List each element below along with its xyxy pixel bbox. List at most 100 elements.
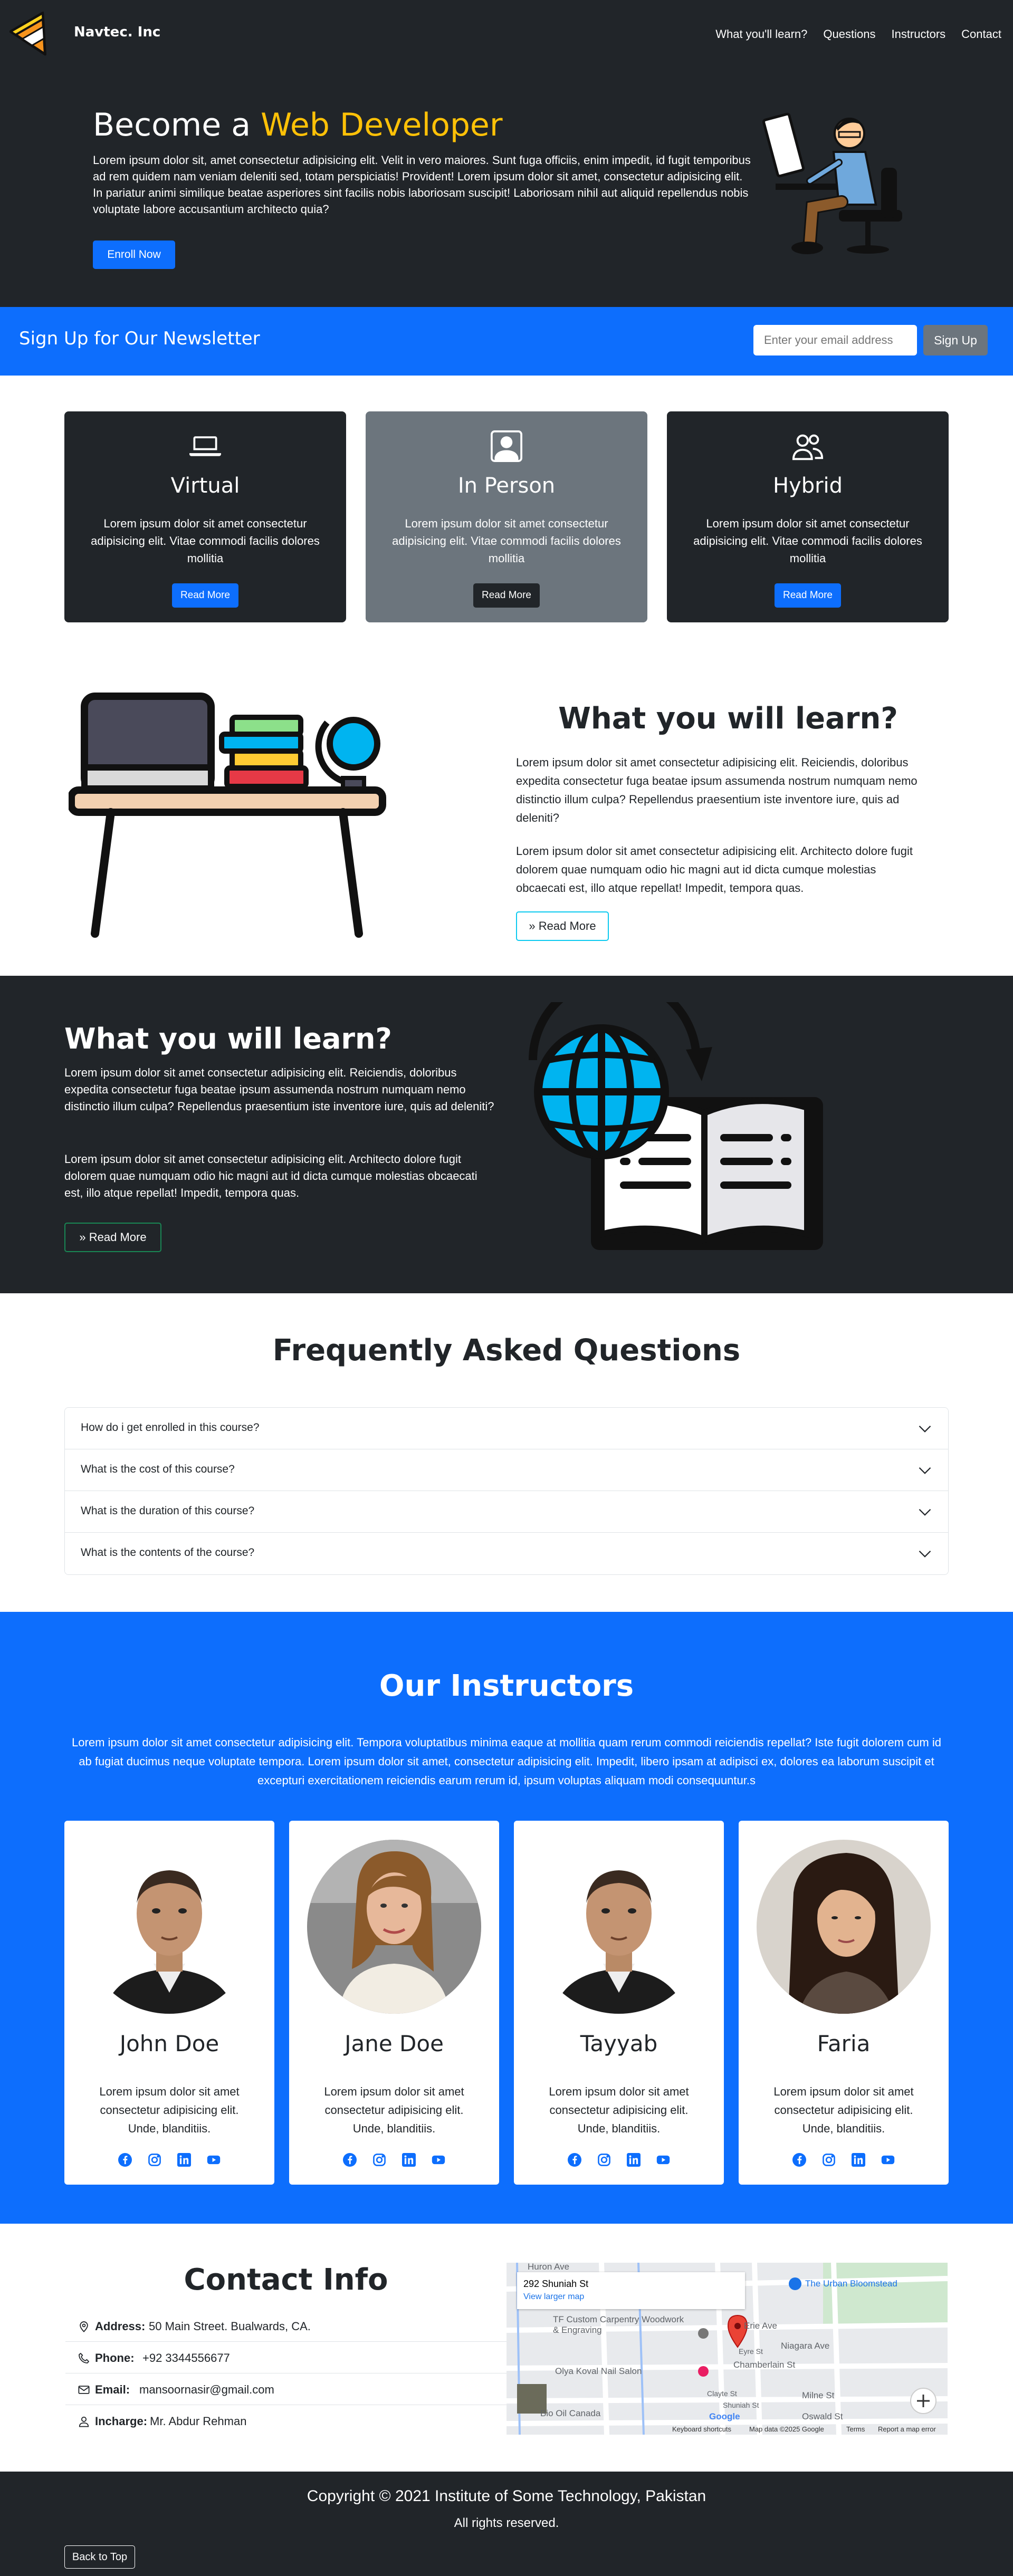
contact-value: 50 Main Street. Bualwards, CA. [149, 2320, 311, 2333]
newsletter-signup-button[interactable]: Sign Up [923, 325, 988, 355]
map-footer-item[interactable]: Terms [846, 2425, 865, 2433]
avatar [757, 1840, 931, 2014]
hero-text: Lorem ipsum dolor sit, amet consectetur … [93, 153, 751, 216]
avatar [82, 1840, 256, 2014]
chevron-down-icon [919, 1508, 931, 1516]
back-to-top-button[interactable]: Back to Top [64, 2545, 135, 2569]
youtube-icon[interactable] [432, 2153, 445, 2167]
map-label: Shuniah St [723, 2401, 759, 2409]
box-title: Hybrid [772, 474, 843, 498]
instructors-title: Our Instructors [379, 1669, 634, 1703]
chevron-down-icon [919, 1467, 931, 1474]
newsletter-section: Sign Up for Our Newsletter Sign Up [0, 307, 1013, 376]
contact-row-incharge: Incharge: Mr. Abdur Rehman [65, 2405, 506, 2437]
contact-row-phone: Phone: +92 3344556677 [65, 2342, 506, 2373]
contact-section: Contact Info Address: 50 Main Street. Bu… [0, 2224, 1013, 2472]
contact-label: Email: [95, 2383, 130, 2396]
avatar [307, 1840, 481, 2014]
learn-section-dark: What you will learn? Lorem ipsum dolor s… [0, 976, 1013, 1293]
brand-logo[interactable] [9, 7, 57, 60]
contact-label: Incharge: [95, 2415, 148, 2428]
contact-value: +92 3344556677 [142, 2351, 230, 2364]
learn-read-more-button[interactable]: » Read More [64, 1223, 161, 1252]
google-logo: Google [709, 2411, 740, 2421]
instructor-card: Faria Lorem ipsum dolor sit amet consect… [739, 1821, 949, 2185]
read-more-button[interactable]: Read More [172, 583, 238, 608]
linkedin-icon[interactable] [177, 2153, 191, 2167]
linkedin-icon[interactable] [402, 2153, 416, 2167]
person-square-icon [491, 430, 522, 462]
instagram-icon[interactable] [822, 2153, 836, 2167]
learn-title: What you will learn? [64, 1022, 392, 1055]
youtube-icon[interactable] [881, 2153, 895, 2167]
learn-section: What you will learn? Lorem ipsum dolor s… [0, 622, 1013, 976]
instagram-icon[interactable] [597, 2153, 611, 2167]
geo-icon [80, 2321, 88, 2332]
facebook-icon[interactable] [792, 2153, 806, 2167]
read-more-button[interactable]: Read More [775, 583, 841, 608]
learn-read-more-button[interactable]: » Read More [516, 911, 609, 941]
avatar [532, 1840, 706, 2014]
faq-item[interactable]: What is the contents of the course? [65, 1533, 948, 1574]
nav-link-instructors[interactable]: Instructors [891, 27, 945, 41]
instagram-icon[interactable] [372, 2153, 386, 2167]
map-footer-item[interactable]: Report a map error [878, 2425, 936, 2433]
learn-paragraph: Lorem ipsum dolor sit amet consectetur a… [516, 756, 918, 824]
instructor-text: Lorem ipsum dolor sit amet consectetur a… [324, 2085, 464, 2135]
read-more-button[interactable]: Read More [473, 583, 540, 608]
nav-link-contact[interactable]: Contact [961, 27, 1001, 41]
instructor-card: Jane Doe Lorem ipsum dolor sit amet cons… [289, 1821, 499, 2185]
instructors-text: Lorem ipsum dolor sit amet consectetur a… [72, 1736, 941, 1787]
map-label: The Urban Bloomstead [805, 2279, 897, 2289]
map-footer-item[interactable]: Keyboard shortcuts [672, 2425, 731, 2433]
instructor-card: John Doe Lorem ipsum dolor sit amet cons… [64, 1821, 274, 2185]
map-footer: Keyboard shortcuts Map data ©2025 Google… [506, 2423, 948, 2435]
embedded-map[interactable]: 292 Shuniah St View larger map Huron Ave… [506, 2263, 948, 2435]
box-virtual: Virtual Lorem ipsum dolor sit amet conse… [64, 411, 346, 622]
view-larger-map-link[interactable]: View larger map [523, 2292, 584, 2302]
brand-name[interactable]: Navtec. Inc [74, 24, 160, 40]
linkedin-icon[interactable] [852, 2153, 865, 2167]
person-icon [79, 2416, 89, 2427]
contact-title: Contact Info [184, 2263, 388, 2297]
desk-illustration [69, 691, 396, 944]
instructor-name: Jane Doe [345, 2031, 444, 2056]
enroll-now-button[interactable]: Enroll Now [93, 241, 175, 269]
nav-link-questions[interactable]: Questions [823, 27, 875, 41]
learn-paragraph: Lorem ipsum dolor sit amet consectetur a… [516, 844, 913, 895]
envelope-icon [78, 2386, 90, 2394]
contact-row-email: Email: mansoornasir@gmail.com [65, 2373, 506, 2405]
contact-value: Mr. Abdur Rehman [150, 2415, 247, 2428]
newsletter-title: Sign Up for Our Newsletter [19, 328, 260, 349]
faq-item[interactable]: What is the duration of this course? [65, 1491, 948, 1533]
youtube-icon[interactable] [207, 2153, 221, 2167]
map-address: 292 Shuniah St [523, 2279, 589, 2289]
instructor-name: Faria [817, 2031, 871, 2056]
contact-label: Address: [95, 2320, 146, 2333]
faq-question: What is the contents of the course? [81, 1546, 255, 1559]
faq-question: What is the duration of this course? [81, 1505, 255, 1517]
map-label: Huron Ave [528, 2263, 570, 2272]
social-links [64, 2153, 274, 2167]
social-links [289, 2153, 499, 2167]
facebook-icon[interactable] [343, 2153, 357, 2167]
hero-title-accent: Web Developer [261, 107, 503, 143]
facebook-icon[interactable] [118, 2153, 132, 2167]
instructor-text: Lorem ipsum dolor sit amet consectetur a… [549, 2085, 689, 2135]
linkedin-icon[interactable] [627, 2153, 641, 2167]
laptop-icon [189, 436, 221, 456]
map-label: Erie Ave [744, 2321, 778, 2331]
faq-item[interactable]: What is the cost of this course? [65, 1449, 948, 1491]
instructor-text: Lorem ipsum dolor sit amet consectetur a… [99, 2085, 240, 2135]
nav-link-learn[interactable]: What you'll learn? [715, 27, 807, 41]
instagram-icon[interactable] [148, 2153, 161, 2167]
map-label: Clayte St [707, 2389, 737, 2398]
chevron-down-icon [919, 1550, 931, 1558]
contact-label: Phone: [95, 2351, 135, 2364]
faq-item[interactable]: How do i get enrolled in this course? [65, 1408, 948, 1449]
newsletter-email-input[interactable] [753, 325, 917, 355]
youtube-icon[interactable] [656, 2153, 670, 2167]
people-icon [792, 434, 824, 460]
facebook-icon[interactable] [568, 2153, 581, 2167]
map-label: Bio Oil Canada [540, 2408, 601, 2418]
